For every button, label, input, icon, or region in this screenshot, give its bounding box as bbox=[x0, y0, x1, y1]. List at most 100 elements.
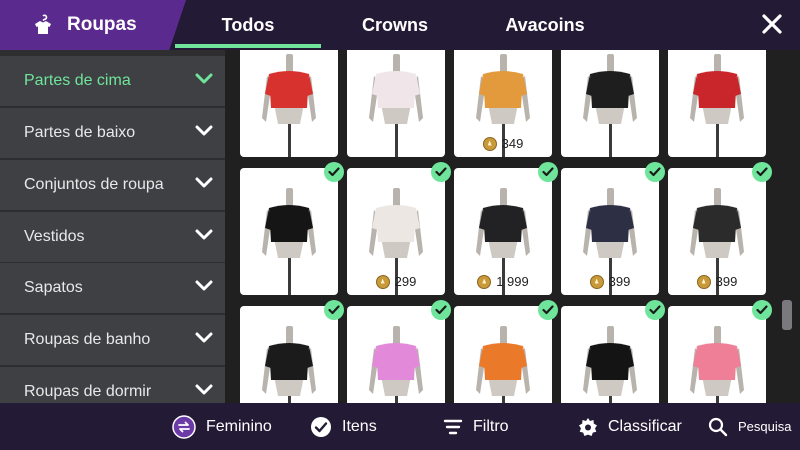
category-label: Partes de cima bbox=[24, 72, 131, 89]
outfit-card[interactable] bbox=[240, 50, 338, 157]
category-label: Sapatos bbox=[24, 279, 83, 296]
price-tag: 1 999 bbox=[454, 274, 552, 289]
owned-check-icon bbox=[538, 300, 558, 320]
chevron-down-icon bbox=[195, 229, 213, 240]
mannequin-image bbox=[262, 326, 316, 403]
chevron-down-icon bbox=[195, 177, 213, 188]
chevron-down-icon bbox=[195, 384, 213, 395]
coin-icon bbox=[375, 274, 390, 289]
price-tag: 399 bbox=[561, 274, 659, 289]
tab-label: Crowns bbox=[361, 14, 428, 35]
bottom-toolbar: Feminino Itens Filtro Classificar Pesqui… bbox=[0, 403, 800, 450]
tab-todos[interactable]: Todos bbox=[175, 0, 321, 50]
search-label: Pesquisa bbox=[738, 419, 792, 434]
outfit-card[interactable]: 299 bbox=[347, 162, 451, 295]
top-bar: Roupas Todos Crowns Avacoins bbox=[0, 0, 800, 50]
category-roupas-de-dormir[interactable]: Roupas de dormir bbox=[0, 367, 225, 403]
owned-check-icon bbox=[645, 300, 665, 320]
outfit-card[interactable]: 1 999 bbox=[454, 162, 558, 295]
category-label: Roupas de dormir bbox=[24, 383, 152, 400]
price-tag: 299 bbox=[347, 274, 445, 289]
owned-check-icon bbox=[645, 162, 665, 182]
chevron-down-icon bbox=[195, 332, 213, 343]
chevron-down-icon bbox=[195, 280, 213, 291]
sort-button[interactable]: Classificar bbox=[578, 403, 682, 450]
price-value: 399 bbox=[715, 274, 738, 289]
scrollbar[interactable] bbox=[782, 300, 792, 330]
brand-title: Roupas bbox=[67, 14, 137, 35]
filter-label: Filtro bbox=[473, 417, 509, 435]
category-conjuntos-de-roupa[interactable]: Conjuntos de roupa bbox=[0, 160, 225, 210]
outfit-card[interactable] bbox=[668, 300, 772, 403]
shirt-hanger-icon bbox=[35, 14, 51, 34]
owned-check-icon bbox=[431, 300, 451, 320]
sort-badge-icon bbox=[579, 417, 597, 436]
close-icon[interactable] bbox=[760, 12, 784, 36]
price-tag: 399 bbox=[668, 274, 766, 289]
price-tag: 349 bbox=[454, 136, 552, 151]
price-value: 349 bbox=[501, 136, 524, 151]
category-vestidos[interactable]: Vestidos bbox=[0, 212, 225, 262]
outfit-card[interactable] bbox=[561, 300, 665, 403]
mannequin-image bbox=[690, 54, 744, 157]
mannequin-image bbox=[262, 188, 316, 295]
gender-toggle-button[interactable]: Feminino bbox=[172, 403, 272, 450]
coin-icon bbox=[589, 274, 604, 289]
outfit-card[interactable] bbox=[240, 300, 344, 403]
outfit-card[interactable] bbox=[454, 300, 558, 403]
search-button[interactable]: Pesquisa bbox=[708, 403, 791, 450]
category-partes-de-cima[interactable]: Partes de cima bbox=[0, 56, 225, 106]
tab-label: Avacoins bbox=[505, 14, 585, 35]
brand-panel: Roupas bbox=[0, 0, 186, 50]
items-button[interactable]: Itens bbox=[310, 403, 377, 450]
category-partes-de-baixo[interactable]: Partes de baixo bbox=[0, 108, 225, 158]
gender-label: Feminino bbox=[206, 417, 272, 435]
category-roupas-de-banho[interactable]: Roupas de banho bbox=[0, 315, 225, 365]
owned-check-icon bbox=[752, 162, 772, 182]
tab-label: Todos bbox=[221, 14, 275, 35]
outfit-card[interactable] bbox=[347, 300, 451, 403]
category-sapatos[interactable]: Sapatos bbox=[0, 263, 225, 313]
category-label: Roupas de banho bbox=[24, 331, 151, 348]
sort-label: Classificar bbox=[608, 417, 682, 435]
coin-icon bbox=[477, 274, 492, 289]
chevron-down-icon bbox=[195, 73, 213, 84]
tab-crowns[interactable]: Crowns bbox=[340, 0, 450, 50]
category-label: Vestidos bbox=[24, 228, 85, 245]
tab-avacoins[interactable]: Avacoins bbox=[490, 0, 600, 50]
mannequin-image bbox=[369, 326, 423, 403]
chevron-down-icon bbox=[195, 125, 213, 136]
owned-check-icon bbox=[538, 162, 558, 182]
filter-icon bbox=[443, 419, 463, 434]
mannequin-image bbox=[583, 54, 637, 157]
check-circle-icon bbox=[311, 416, 331, 437]
item-grid: 349 299 1 999 399 399 bbox=[225, 50, 800, 403]
price-value: 1 999 bbox=[496, 274, 529, 289]
swap-gender-icon bbox=[172, 414, 196, 439]
owned-check-icon bbox=[752, 300, 772, 320]
outfit-card[interactable] bbox=[240, 162, 344, 295]
category-label: Partes de baixo bbox=[24, 124, 136, 141]
owned-check-icon bbox=[431, 162, 451, 182]
mannequin-image bbox=[262, 54, 316, 157]
category-label: Conjuntos de roupa bbox=[24, 176, 164, 193]
coin-icon bbox=[696, 274, 711, 289]
outfit-card[interactable]: 399 bbox=[561, 162, 665, 295]
coin-icon bbox=[482, 136, 497, 151]
owned-check-icon bbox=[324, 300, 344, 320]
mannequin-image bbox=[476, 326, 530, 403]
mannequin-image bbox=[369, 54, 423, 157]
outfit-card[interactable] bbox=[347, 50, 445, 157]
items-label: Itens bbox=[342, 417, 377, 435]
outfit-card[interactable] bbox=[668, 50, 766, 157]
category-sidebar: Partes de cima Partes de baixo Conjuntos… bbox=[0, 50, 225, 403]
owned-check-icon bbox=[324, 162, 344, 182]
mannequin-image bbox=[583, 326, 637, 403]
price-value: 399 bbox=[608, 274, 631, 289]
mannequin-image bbox=[690, 326, 744, 403]
outfit-card[interactable] bbox=[561, 50, 659, 157]
outfit-card[interactable]: 399 bbox=[668, 162, 772, 295]
outfit-card[interactable]: 349 bbox=[454, 50, 552, 157]
filter-button[interactable]: Filtro bbox=[443, 403, 509, 450]
price-value: 299 bbox=[394, 274, 417, 289]
